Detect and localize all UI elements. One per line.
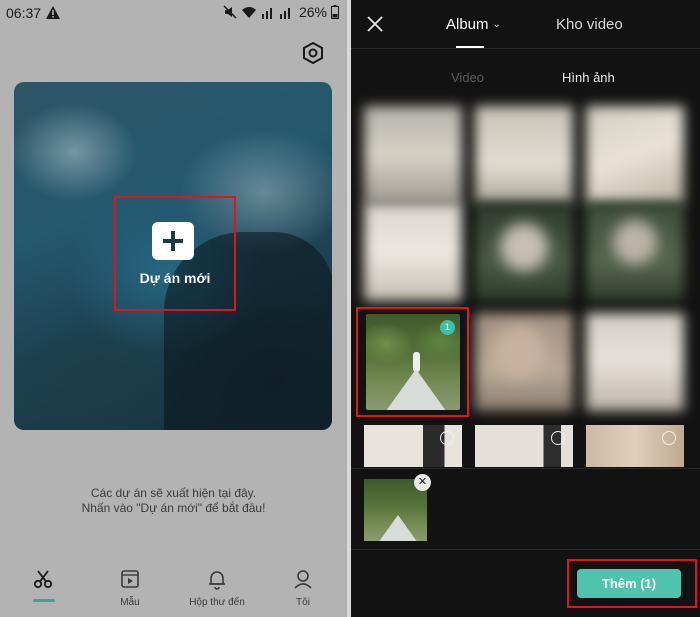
- media-thumbnail[interactable]: [475, 313, 573, 411]
- hint-line-1: Các dự án sẽ xuất hiện tại đây.: [90, 486, 257, 500]
- person-icon: [294, 570, 312, 589]
- selected-media-highlight: [356, 307, 469, 417]
- home-screen: 06:37 26% Dự án mới Các dự án sẽ xuất hi…: [0, 0, 347, 617]
- tab-album-label: Album: [446, 16, 489, 33]
- nav-edit[interactable]: [8, 568, 78, 597]
- media-picker: Album ⌄ Kho video Video Hình ảnh 1 ✕ Thêm…: [351, 0, 700, 617]
- tray-divider: [351, 468, 700, 469]
- template-icon: [121, 570, 139, 588]
- nav-inbox[interactable]: Hộp thư đến: [182, 568, 252, 608]
- wifi-icon: [241, 6, 256, 18]
- remove-selection-close-icon[interactable]: ✕: [414, 474, 431, 491]
- subtab-video[interactable]: Video: [451, 70, 484, 85]
- media-thumbnail[interactable]: [475, 106, 573, 204]
- tab-album[interactable]: Album ⌄: [446, 16, 501, 33]
- settings-gear-icon[interactable]: [302, 42, 324, 64]
- nav-inbox-label: Hộp thư đến: [189, 597, 245, 608]
- media-thumbnail[interactable]: [586, 106, 684, 204]
- footer-divider: [351, 549, 700, 550]
- bottom-nav: Mẫu Hộp thư đến Tôi: [0, 560, 347, 617]
- bell-icon: [209, 571, 225, 590]
- mute-icon: [223, 5, 237, 19]
- chevron-down-icon: ⌄: [492, 19, 501, 30]
- nav-profile-label: Tôi: [296, 597, 310, 608]
- select-circle-icon[interactable]: [662, 431, 676, 445]
- status-bar: 06:37 26%: [0, 0, 347, 26]
- subtab-images[interactable]: Hình ảnh: [562, 70, 615, 85]
- bride-dress: [378, 515, 418, 541]
- battery-level: 26%: [298, 4, 327, 20]
- media-thumbnail[interactable]: [586, 313, 684, 411]
- nav-templates[interactable]: Mẫu: [95, 568, 165, 608]
- close-icon[interactable]: [365, 14, 385, 34]
- add-button-highlight: [567, 559, 697, 608]
- media-thumbnail[interactable]: [475, 203, 573, 301]
- new-project-highlight: [114, 196, 236, 311]
- media-thumbnail[interactable]: [364, 106, 462, 204]
- nav-templates-label: Mẫu: [120, 597, 140, 608]
- select-circle-icon[interactable]: [551, 431, 565, 445]
- tab-kho-video[interactable]: Kho video: [556, 16, 623, 33]
- scissors-icon: [33, 570, 53, 589]
- empty-projects-hint: Các dự án sẽ xuất hiện tại đây. Nhấn vào…: [0, 486, 347, 516]
- signal-icon: [261, 7, 272, 19]
- status-time: 06:37: [6, 5, 42, 21]
- battery-icon: [331, 5, 339, 19]
- media-thumbnail[interactable]: [364, 203, 462, 301]
- select-circle-icon[interactable]: [440, 431, 454, 445]
- media-thumbnail[interactable]: [586, 203, 684, 301]
- warning-icon: [46, 6, 60, 19]
- header-divider: [351, 48, 700, 49]
- signal-icon-2: [279, 7, 290, 19]
- nav-active-indicator: [33, 599, 55, 602]
- nav-profile[interactable]: Tôi: [268, 568, 338, 608]
- hint-line-2: Nhấn vào "Dự án mới" để bắt đầu!: [81, 501, 266, 515]
